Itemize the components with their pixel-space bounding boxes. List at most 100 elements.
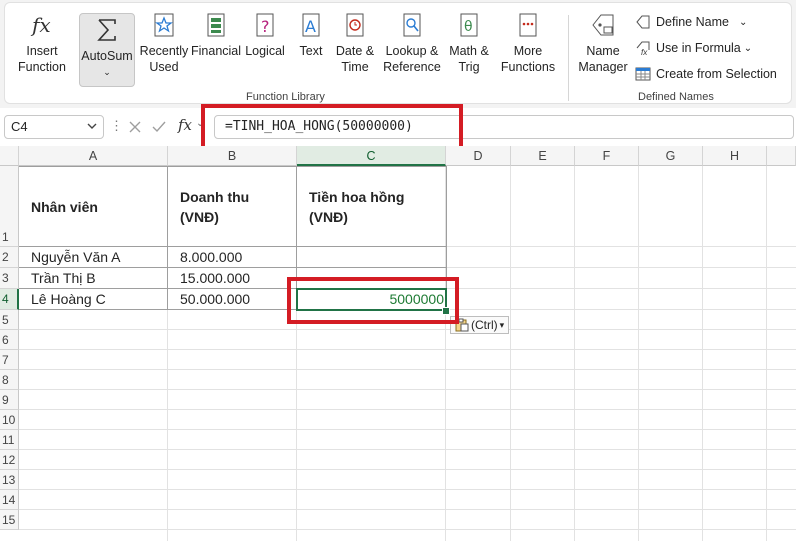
financial-button[interactable]: Financial [191, 11, 241, 59]
chevron-down-icon: ▾ [499, 320, 505, 330]
row-header[interactable]: 8 [0, 370, 19, 390]
fx-icon: fx [30, 13, 51, 37]
cell-b3[interactable]: 15.000.000 [180, 270, 250, 286]
row-header[interactable]: 3 [0, 268, 19, 289]
tag-icon [636, 15, 650, 29]
insert-function-button[interactable]: fx Insert Function [13, 11, 71, 75]
paste-options-label: (Ctrl) [471, 318, 498, 332]
define-name-button[interactable]: Define Name ⌄ [635, 14, 747, 30]
logical-button[interactable]: ? Logical [243, 11, 287, 59]
row-header[interactable]: 14 [0, 490, 19, 510]
column-header[interactable]: B [168, 146, 297, 166]
ribbon: fx Insert Function AutoSum ⌄ Recently Us… [0, 0, 796, 108]
cell-b1[interactable]: Doanh thu (VNĐ) [180, 187, 249, 227]
row-header[interactable]: 2 [0, 247, 19, 268]
cell-a2[interactable]: Nguyễn Văn A [31, 249, 121, 265]
text-button[interactable]: A Text [291, 11, 331, 59]
svg-text:?: ? [261, 17, 270, 36]
lookup-reference-button[interactable]: Lookup & Reference [379, 11, 445, 75]
theta-book-icon: θ [460, 13, 478, 37]
recently-used-button[interactable]: Recently Used [137, 11, 191, 75]
cancel-icon[interactable] [128, 120, 142, 134]
row-header[interactable]: 9 [0, 390, 19, 410]
row-header[interactable]: 7 [0, 350, 19, 370]
row-header[interactable]: 13 [0, 470, 19, 490]
result-highlight-box [287, 277, 459, 324]
formula-highlight-box [201, 104, 463, 151]
row-header[interactable]: 10 [0, 410, 19, 430]
text-book-icon: A [302, 13, 320, 37]
formula-controls: ⋮ fx ⌄ [108, 115, 208, 139]
logical-label: Logical [245, 44, 285, 58]
svg-text:A: A [305, 17, 316, 36]
row-header[interactable]: 6 [0, 330, 19, 350]
insert-function-fx-button[interactable]: fx [178, 116, 192, 134]
sigma-icon [97, 19, 116, 41]
column-header[interactable]: G [639, 146, 703, 166]
function-library-group-label: Function Library [246, 91, 325, 103]
cell-b2[interactable]: 8.000.000 [180, 249, 242, 265]
column-header[interactable]: F [575, 146, 639, 166]
more-functions-label: More Functions [500, 44, 556, 74]
cell-a3[interactable]: Trần Thị B [31, 270, 96, 286]
autosum-button[interactable]: AutoSum ⌄ [79, 13, 135, 87]
more-functions-button[interactable]: More Functions [495, 11, 561, 75]
group-separator [568, 15, 569, 101]
text-label: Text [299, 44, 323, 58]
insert-function-label: Insert Function [18, 44, 66, 74]
date-time-button[interactable]: Date & Time [333, 11, 377, 75]
column-header[interactable] [767, 146, 796, 166]
math-trig-button[interactable]: θ Math & Trig [447, 11, 491, 75]
autosum-label: AutoSum [81, 49, 133, 63]
name-manager-button[interactable]: Name Manager [575, 11, 631, 75]
row-header[interactable]: 11 [0, 430, 19, 450]
column-header[interactable]: E [511, 146, 575, 166]
cell-a1[interactable]: Nhân viên [31, 197, 98, 217]
row-header[interactable]: 4 [0, 289, 19, 310]
column-header[interactable]: H [703, 146, 767, 166]
define-name-label: Define Name [656, 15, 729, 29]
ribbon-panel: fx Insert Function AutoSum ⌄ Recently Us… [4, 2, 792, 104]
name-manager-label: Name Manager [578, 44, 628, 74]
svg-text:θ: θ [464, 19, 473, 35]
enter-checkmark-icon[interactable] [152, 120, 166, 134]
svg-text:fx: fx [641, 48, 648, 56]
lookup-book-icon [403, 13, 421, 37]
chevron-down-icon: ⌄ [743, 42, 753, 54]
chevron-down-icon: ⌄ [103, 67, 111, 77]
name-box[interactable]: C4 [4, 115, 104, 139]
row-header[interactable]: 5 [0, 310, 19, 330]
star-icon [154, 13, 174, 37]
column-header[interactable]: D [446, 146, 511, 166]
cell-c1[interactable]: Tiền hoa hồng (VNĐ) [309, 187, 404, 227]
grid-selection-icon [635, 67, 651, 81]
date-time-label: Date & Time [335, 44, 375, 74]
lookup-reference-label: Lookup & Reference [383, 44, 441, 74]
more-book-icon [519, 13, 537, 37]
row-header[interactable]: 15 [0, 510, 19, 530]
use-in-formula-button[interactable]: fx Use in Formula ⌄ [635, 40, 752, 56]
spreadsheet-grid[interactable]: A B C D E F G H 1 2 3 4 5 6 7 8 9 10 11 … [0, 146, 796, 541]
cell-b4[interactable]: 50.000.000 [180, 291, 250, 307]
column-header[interactable]: C [297, 146, 446, 166]
more-options-icon[interactable]: ⋮ [110, 118, 123, 134]
math-trig-label: Math & Trig [449, 44, 489, 74]
financial-label: Financial [191, 44, 242, 58]
create-from-selection-button[interactable]: Create from Selection [635, 66, 777, 82]
row-header[interactable]: 12 [0, 450, 19, 470]
clock-book-icon [346, 13, 364, 37]
defined-names-group-label: Defined Names [638, 91, 714, 103]
column-header[interactable]: A [19, 146, 168, 166]
use-in-formula-label: Use in Formula [656, 41, 741, 55]
question-book-icon: ? [256, 13, 274, 37]
chevron-down-icon: ⌄ [738, 16, 748, 28]
cell-a4[interactable]: Lê Hoàng C [31, 291, 106, 307]
chevron-down-icon [87, 123, 97, 129]
name-box-value: C4 [11, 119, 28, 134]
create-from-selection-label: Create from Selection [656, 67, 777, 81]
row-header[interactable]: 1 [0, 166, 19, 247]
financial-book-icon [207, 13, 225, 37]
recently-used-label: Recently Used [139, 44, 189, 74]
select-all-corner[interactable] [0, 146, 19, 166]
use-in-formula-icon: fx [636, 41, 650, 56]
